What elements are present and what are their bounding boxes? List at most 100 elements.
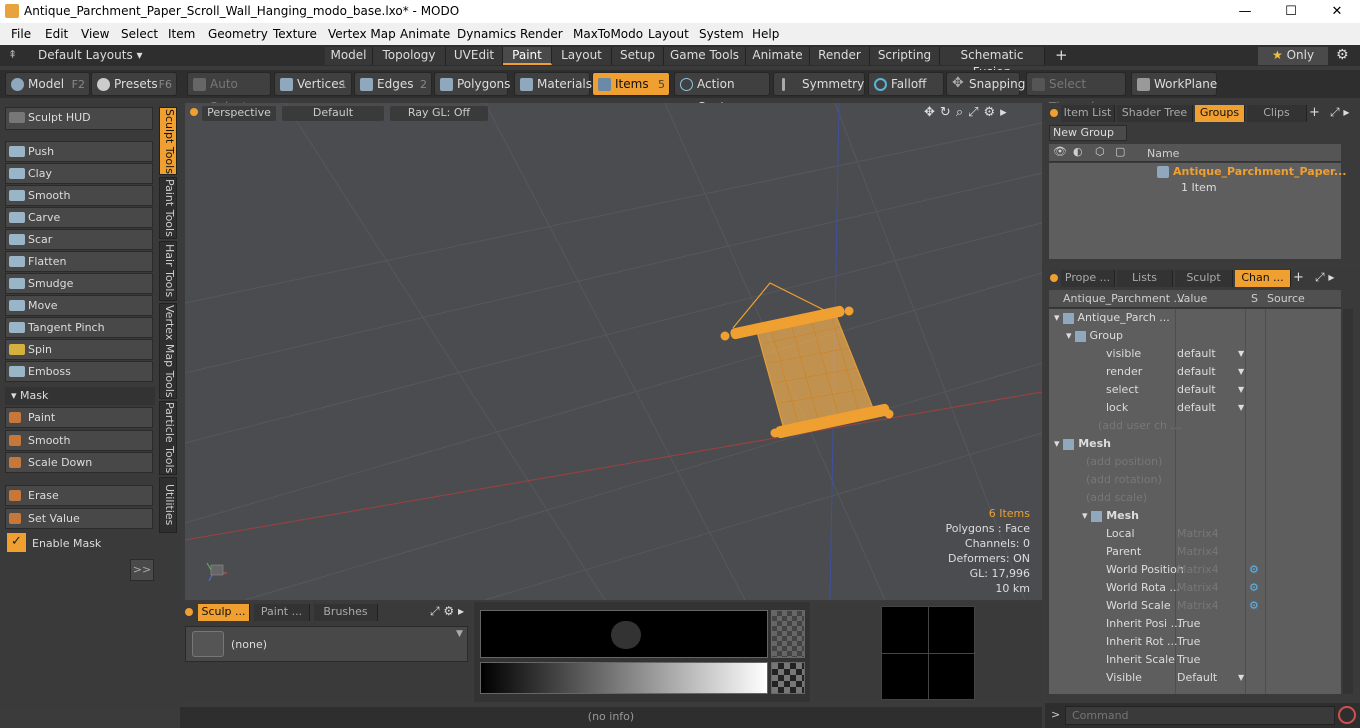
menu-item[interactable]: Item xyxy=(168,23,195,41)
menu-animate[interactable]: Animate xyxy=(400,23,450,41)
tab-uvedit[interactable]: UVEdit xyxy=(446,47,503,65)
tool-push[interactable]: Push xyxy=(5,141,153,162)
tool-flatten[interactable]: Flatten xyxy=(5,251,153,272)
tab-schematic-fusion[interactable]: Schematic Fusion xyxy=(940,47,1045,79)
3d-viewport[interactable]: Perspective Default Ray GL: Off ✥↻⌕⤢⚙▸ 6… xyxy=(185,103,1042,600)
menu-render[interactable]: Render xyxy=(520,23,563,41)
action-center-button[interactable]: Action Center xyxy=(674,72,770,114)
vtab-paint-tools[interactable]: Paint Tools xyxy=(159,177,177,239)
link-gear-icon[interactable]: ⚙ xyxy=(1249,579,1259,597)
gear-icon[interactable]: ⚙ xyxy=(1336,47,1349,63)
tab-sculpt[interactable]: Sculpt xyxy=(1175,270,1233,287)
vtab-vertex-map-tools[interactable]: Vertex Map Tools xyxy=(159,303,177,399)
channel-row[interactable]: Visible Default ▼ xyxy=(1054,669,1341,687)
add-tab-icon[interactable]: + xyxy=(1309,105,1320,120)
panel-expand-icon[interactable]: ⤢ ▸ xyxy=(1315,270,1334,285)
panel-menu-dot[interactable] xyxy=(185,608,193,616)
record-icon[interactable] xyxy=(1338,706,1356,724)
tool-emboss[interactable]: Emboss xyxy=(5,361,153,382)
symmetry-button[interactable]: Symmetry xyxy=(773,72,865,96)
vtab-sculpt-tools[interactable]: Sculpt Tools xyxy=(159,107,177,175)
menu-help[interactable]: Help xyxy=(752,23,779,41)
mask-scale-down[interactable]: Scale Down xyxy=(5,452,153,473)
tab-scripting[interactable]: Scripting xyxy=(870,47,940,65)
menu-file[interactable]: File xyxy=(11,23,31,41)
tool-spin[interactable]: Spin xyxy=(5,339,153,360)
menu-texture[interactable]: Texture xyxy=(273,23,317,41)
tab-channels[interactable]: Chan ... xyxy=(1235,270,1291,287)
tool-smudge[interactable]: Smudge xyxy=(5,273,153,294)
set-value-button[interactable]: Set Value xyxy=(5,508,153,529)
channels-list[interactable]: ▾ Antique_Parch ... ▾ Group visible defau… xyxy=(1049,309,1341,694)
mask-smooth[interactable]: Smooth xyxy=(5,430,153,451)
link-gear-icon[interactable]: ⚙ xyxy=(1249,561,1259,579)
dropdown-arrow-icon[interactable]: ▼ xyxy=(1238,345,1244,363)
image-preview[interactable] xyxy=(881,606,976,701)
shading-dropdown[interactable]: Default xyxy=(282,106,384,121)
panel-menu-dot[interactable] xyxy=(1050,274,1058,282)
enable-mask-checkbox[interactable]: ✓ xyxy=(7,533,26,552)
panel-menu-dot[interactable] xyxy=(1050,109,1058,117)
select-through-button[interactable]: Select Through xyxy=(1026,72,1126,114)
tab-setup[interactable]: Setup xyxy=(612,47,664,65)
new-group-button[interactable]: New Group xyxy=(1049,125,1127,141)
menu-vertex-map[interactable]: Vertex Map xyxy=(328,23,396,41)
channel-row[interactable]: Inherit Posi ... True xyxy=(1054,615,1341,633)
channel-row[interactable]: Parent Matrix4 xyxy=(1054,543,1341,561)
model-button[interactable]: Model F2 xyxy=(5,72,90,96)
maximize-button[interactable]: ☐ xyxy=(1268,0,1314,23)
items-button[interactable]: Items 5 xyxy=(592,72,670,96)
tab-model[interactable]: Model xyxy=(325,47,373,65)
minimize-button[interactable]: — xyxy=(1222,0,1268,23)
edges-button[interactable]: Edges 2 xyxy=(354,72,432,96)
channel-row[interactable]: select default ▼ xyxy=(1054,381,1341,399)
command-input[interactable] xyxy=(1065,706,1335,725)
brush-preset-selector[interactable]: (none) ▼ xyxy=(185,626,468,662)
tool-tangent-pinch[interactable]: Tangent Pinch xyxy=(5,317,153,338)
scrollbar[interactable] xyxy=(1343,309,1353,694)
dropdown-arrow-icon[interactable]: ▼ xyxy=(1238,669,1244,687)
alpha-gradient[interactable] xyxy=(771,662,805,694)
only-toggle[interactable]: ★ Only xyxy=(1258,47,1328,65)
menu-select[interactable]: Select xyxy=(121,23,158,41)
channel-row[interactable]: World Position Matrix4 ⚙ xyxy=(1054,561,1341,579)
dropdown-arrow-icon[interactable]: ▼ xyxy=(1238,381,1244,399)
materials-button[interactable]: Materials xyxy=(514,72,592,96)
tab-item-list[interactable]: Item List xyxy=(1061,105,1115,122)
tool-carve[interactable]: Carve xyxy=(5,207,153,228)
menu-dynamics[interactable]: Dynamics xyxy=(457,23,516,41)
mask-paint[interactable]: Paint xyxy=(5,407,153,428)
tab-groups[interactable]: Groups xyxy=(1195,105,1245,122)
channel-row[interactable]: ▾ Group xyxy=(1054,327,1341,345)
channel-row[interactable]: Inherit Rot ... True xyxy=(1054,633,1341,651)
dropdown-arrow-icon[interactable]: ▼ xyxy=(1238,399,1244,417)
color-preview[interactable] xyxy=(480,610,768,658)
channel-row[interactable]: visible default ▼ xyxy=(1054,345,1341,363)
workplane-button[interactable]: WorkPlane xyxy=(1131,72,1217,96)
tab-clips[interactable]: Clips xyxy=(1247,105,1307,122)
groups-list[interactable]: Antique_Parchment_Paper... 1 Item xyxy=(1049,163,1346,259)
tab-layout[interactable]: Layout xyxy=(552,47,612,65)
channel-row[interactable]: Local Matrix4 xyxy=(1054,525,1341,543)
sculpt-hud-button[interactable]: Sculpt HUD xyxy=(5,107,153,130)
default-layouts-dropdown[interactable]: Default Layouts ▾ xyxy=(38,48,143,62)
menu-maxtomodo[interactable]: MaxToModo xyxy=(573,23,643,41)
menu-system[interactable]: System xyxy=(699,23,744,41)
channel-row[interactable]: render default ▼ xyxy=(1054,363,1341,381)
panel-expand-icon[interactable]: ⤢ ▸ xyxy=(1330,105,1349,120)
presets-button[interactable]: Presets F6 xyxy=(91,72,177,96)
vtab-particle-tools[interactable]: Particle Tools xyxy=(159,401,177,475)
snapping-button[interactable]: ✥ Snapping xyxy=(946,72,1025,96)
tab-brushes[interactable]: Brushes xyxy=(314,604,378,621)
close-button[interactable]: ✕ xyxy=(1314,0,1360,23)
polygons-button[interactable]: Polygons xyxy=(434,72,510,96)
channel-row[interactable]: ▾ Mesh xyxy=(1054,507,1341,525)
vtab-hair-tools[interactable]: Hair Tools xyxy=(159,241,177,301)
add-tab-icon[interactable]: + xyxy=(1293,270,1304,285)
channel-row[interactable]: World Scale Matrix4 ⚙ xyxy=(1054,597,1341,615)
tab-render[interactable]: Render xyxy=(810,47,870,65)
auto-select-button[interactable]: Auto Select xyxy=(187,72,271,114)
viewport-menu-dot[interactable] xyxy=(190,108,198,116)
channel-row[interactable]: lock default ▼ xyxy=(1054,399,1341,417)
alpha-swatch[interactable] xyxy=(771,610,805,658)
